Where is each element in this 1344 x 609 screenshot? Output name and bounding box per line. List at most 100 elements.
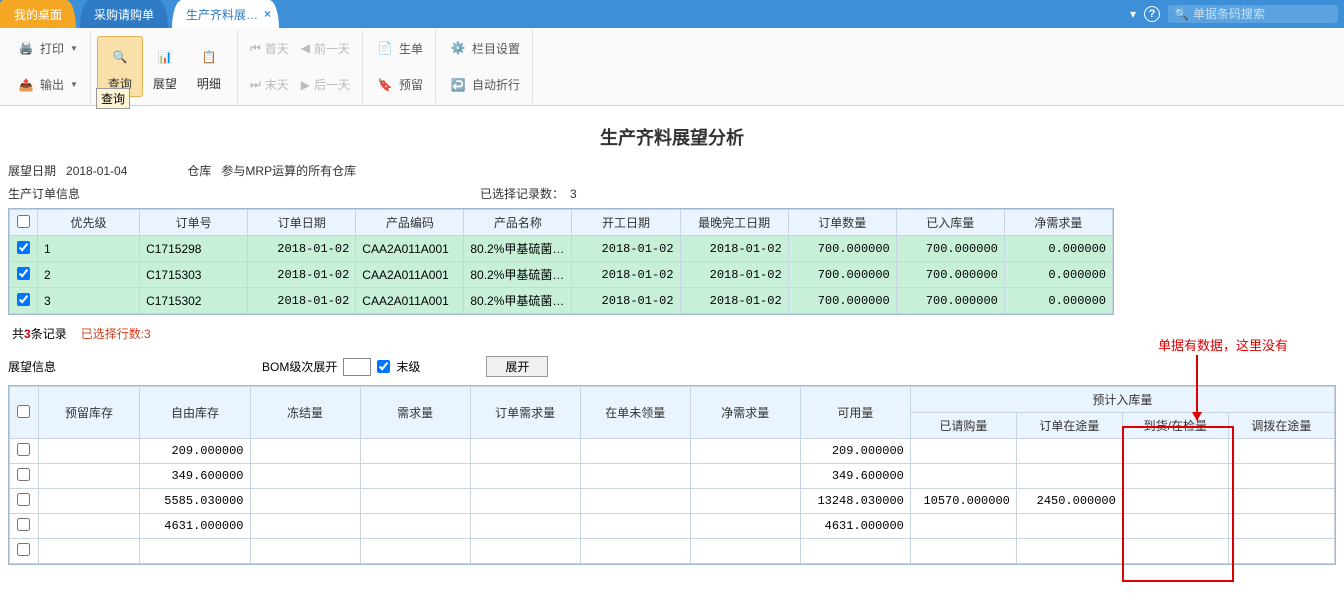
outlook-table: 预留库存 自由库存 冻结量 需求量 订单需求量 在单未领量 净需求量 可用量 预… [9,386,1335,564]
col-netreq2[interactable]: 净需求量 [690,387,800,439]
date-value: 2018-01-04 [66,164,127,178]
query-icon: 🔍 [104,41,136,73]
output-button[interactable]: 📤输出▼ [10,72,84,98]
reserve-icon: 🔖 [375,75,395,95]
prevday-button: ◀前一天 [295,37,356,60]
outlook-info-label: 展望信息 [8,358,56,375]
total-suf: 条记录 [31,325,67,342]
col-inqty[interactable]: 已入库量 [896,210,1004,236]
row-checkbox[interactable] [17,241,30,254]
reserve-button[interactable]: 🔖预留 [369,72,429,98]
colset-icon: ⚙️ [448,38,468,58]
col-orderno[interactable]: 订单号 [140,210,248,236]
sel-rows: 已选择行数:3 [81,325,151,342]
row-checkbox[interactable] [17,468,30,481]
table-row[interactable]: 349.600000 349.600000 [10,464,1335,489]
col-purchased[interactable]: 已请购量 [910,413,1016,439]
last-icon: ⏭ [250,77,261,92]
col-priority[interactable]: 优先级 [38,210,140,236]
sel-count-label: 已选择记录数： [480,185,564,202]
annotation-arrow [1196,355,1198,420]
col-ontheway[interactable]: 订单在途量 [1016,413,1122,439]
row-checkbox[interactable] [17,293,30,306]
bom-level-input[interactable] [343,358,371,376]
col-avail[interactable]: 可用量 [800,387,910,439]
table-row[interactable]: 3C17153022018-01-02 CAA2A011A00180.2%甲基硫… [10,288,1113,314]
select-all-checkbox[interactable] [17,215,30,228]
expand-button[interactable]: 展开 [486,356,548,377]
wrap-icon: ↩️ [448,75,468,95]
detail-icon: 📋 [193,41,225,73]
page-title: 生产齐料展望分析 [8,124,1336,150]
col-unpick[interactable]: 在单未领量 [580,387,690,439]
table-row[interactable]: 209.000000 209.000000 [10,439,1335,464]
col-transfer[interactable]: 调拨在途量 [1228,413,1334,439]
row-checkbox[interactable] [17,518,30,531]
firstday-button: ⏮首天 [244,37,295,60]
row-checkbox[interactable] [17,543,30,556]
search-input[interactable] [1193,7,1333,21]
col-group-expected[interactable]: 预计入库量 [910,387,1334,413]
row-checkbox[interactable] [17,267,30,280]
detail-button[interactable]: 📋明细 [187,37,231,96]
end-level-label: 末级 [396,358,420,375]
table-row[interactable]: 5585.030000 13248.03000010570.0000002450… [10,489,1335,514]
outlook-button[interactable]: 📊展望 [143,37,187,96]
table-row[interactable] [10,539,1335,564]
query-tooltip: 查询 [96,88,130,109]
table-row[interactable]: 2C17153032018-01-02 CAA2A011A00180.2%甲基硫… [10,262,1113,288]
row-checkbox[interactable] [17,443,30,456]
bom-label: BOM级次展开 [262,358,337,375]
titlebar-dropdown-icon[interactable]: ▾ [1130,7,1136,21]
search-wrap[interactable]: 🔍 [1168,5,1338,23]
titlebar: 我的桌面 采购请购单 生产齐料展… × ▾ ? 🔍 [0,0,1344,28]
end-level-checkbox[interactable] [377,360,390,373]
ribbon: 🖨️打印▼ 📤输出▼ 🔍 查询 📊展望 📋明细 ⏮首天 ◀前一天 ⏭末天 ▶后一天… [0,28,1344,106]
chevron-down-icon: ▼ [70,44,78,53]
sel-count-value: 3 [570,187,577,201]
order-table: 优先级 订单号 订单日期 产品编码 产品名称 开工日期 最晚完工日期 订单数量 … [9,209,1113,314]
next-icon: ▶ [301,78,310,92]
tab-purchase[interactable]: 采购请购单 [80,0,168,28]
output-icon: 📤 [16,75,36,95]
wh-value: 参与MRP运算的所有仓库 [221,162,356,179]
first-icon: ⏮ [250,41,261,56]
col-free[interactable]: 自由库存 [140,387,250,439]
outlook-icon: 📊 [149,41,181,73]
lastday-button: ⏭末天 [244,73,295,96]
help-icon[interactable]: ? [1144,6,1160,22]
print-icon: 🖨️ [16,38,36,58]
col-prodcode[interactable]: 产品编码 [356,210,464,236]
total-n: 3 [24,327,31,341]
col-orderdate[interactable]: 订单日期 [248,210,356,236]
tab-desktop[interactable]: 我的桌面 [0,0,76,28]
col-reserve[interactable]: 预留库存 [38,387,140,439]
table-row[interactable]: 1C17152982018-01-02 CAA2A011A00180.2%甲基硫… [10,236,1113,262]
annotation-text: 单据有数据，这里没有 [1158,335,1288,354]
select-all-checkbox-2[interactable] [17,405,30,418]
col-arrivecheck[interactable]: 到货/在检量 [1122,413,1228,439]
order-info-label: 生产订单信息 [8,185,80,202]
col-orderreq[interactable]: 订单需求量 [470,387,580,439]
col-netreq[interactable]: 净需求量 [1004,210,1112,236]
row-checkbox[interactable] [17,493,30,506]
makeorder-icon: 📄 [375,38,395,58]
col-freeze[interactable]: 冻结量 [250,387,360,439]
tab-active-label: 生产齐料展… [186,6,258,23]
colset-button[interactable]: ⚙️栏目设置 [442,35,526,61]
makeorder-button[interactable]: 📄生单 [369,35,429,61]
nextday-button: ▶后一天 [295,73,356,96]
tab-active[interactable]: 生产齐料展… × [172,0,279,28]
col-req[interactable]: 需求量 [360,387,470,439]
chevron-down-icon: ▼ [70,80,78,89]
prev-icon: ◀ [301,41,310,55]
col-prodname[interactable]: 产品名称 [464,210,572,236]
wrap-button[interactable]: ↩️自动折行 [442,72,526,98]
col-qty[interactable]: 订单数量 [788,210,896,236]
date-label: 展望日期 [8,162,56,179]
col-enddate[interactable]: 最晚完工日期 [680,210,788,236]
col-startdate[interactable]: 开工日期 [572,210,680,236]
print-button[interactable]: 🖨️打印▼ [10,35,84,61]
table-row[interactable]: 4631.000000 4631.000000 [10,514,1335,539]
close-icon[interactable]: × [264,7,271,21]
